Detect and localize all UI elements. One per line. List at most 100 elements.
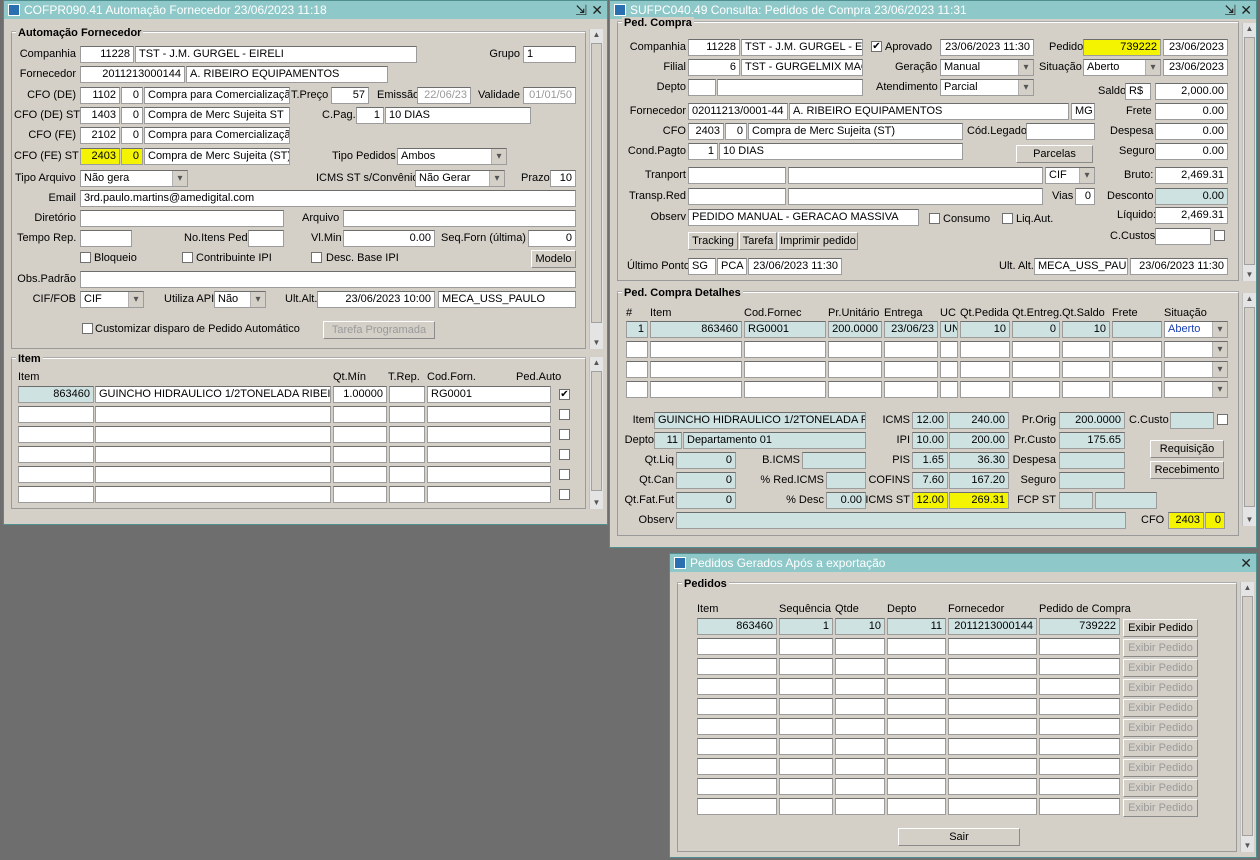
item-cell-item[interactable] <box>18 426 94 443</box>
bloqueio-checkbox[interactable] <box>80 252 91 263</box>
pedidos-cell-item[interactable] <box>697 778 777 795</box>
det-cell-codforn[interactable] <box>744 361 826 378</box>
parcelas-button[interactable]: Parcelas <box>1016 145 1093 163</box>
pedidos-cell-pedido[interactable] <box>1039 798 1120 815</box>
pedidos-cell-item[interactable] <box>697 678 777 695</box>
cod-legado-field[interactable] <box>1026 123 1095 140</box>
companhia-code-field[interactable]: 11228 <box>688 39 740 56</box>
desconto-field[interactable]: 0.00 <box>1155 188 1228 205</box>
item-cell-item[interactable] <box>18 406 94 423</box>
close-icon[interactable]: ✕ <box>1240 554 1252 572</box>
det-cell-preco[interactable] <box>828 361 882 378</box>
det-cell-frete[interactable] <box>1112 341 1162 358</box>
ped-auto-checkbox[interactable] <box>559 449 570 460</box>
pedidos-cell-seq[interactable]: 1 <box>779 618 833 635</box>
pedidos-cell-fornecedor[interactable] <box>948 638 1037 655</box>
scroll-up-icon[interactable]: ▲ <box>590 29 603 41</box>
saldo-field[interactable]: 2,000.00 <box>1155 83 1228 100</box>
arquivo-field[interactable] <box>343 210 576 227</box>
item-cell-item[interactable] <box>18 466 94 483</box>
ult-alt-date-field[interactable]: 23/06/2023 10:00 <box>317 291 435 308</box>
companhia-name-field[interactable]: TST - J.M. GURGEL - EIRELI <box>135 46 417 63</box>
det-fcp-st-val-field[interactable] <box>1095 492 1157 509</box>
pedidos-cell-seq[interactable] <box>779 718 833 735</box>
pedidos-cell-item[interactable] <box>697 798 777 815</box>
item-cell-item[interactable]: 863460 <box>18 386 94 403</box>
det-cell-item[interactable]: 863460 <box>650 321 742 338</box>
pedidos-cell-pedido[interactable] <box>1039 638 1120 655</box>
exibir-pedido-button[interactable]: Exibir Pedido <box>1123 619 1198 637</box>
cond-pagto-desc-field[interactable]: 10 DIAS <box>719 143 963 160</box>
imprimir-pedido-button[interactable]: Imprimir pedido <box>778 232 858 250</box>
det-cell-codforn[interactable]: RG0001 <box>744 321 826 338</box>
depto-code-field[interactable] <box>688 79 716 96</box>
requisicao-button[interactable]: Requisição <box>1150 440 1224 458</box>
det-cell-entrega[interactable] <box>884 381 938 398</box>
det-cell-qtped[interactable]: 10 <box>960 321 1010 338</box>
det-icms-val-field[interactable]: 240.00 <box>949 412 1009 429</box>
companhia-name-field[interactable]: TST - J.M. GURGEL - EIR <box>741 39 863 56</box>
det-cell-qtsaldo[interactable] <box>1062 381 1110 398</box>
exibir-pedido-button[interactable]: Exibir Pedido <box>1123 719 1198 737</box>
scroll-down-icon[interactable]: ▼ <box>1243 514 1256 526</box>
no-itens-field[interactable] <box>248 230 284 247</box>
det-ccusto-checkbox[interactable] <box>1217 414 1228 425</box>
ult-alt-user-field[interactable]: MECA_USS_PAUL <box>1034 258 1128 275</box>
scroll-up-icon[interactable]: ▲ <box>1243 23 1256 35</box>
item-cell-desc[interactable] <box>95 406 331 423</box>
pedidos-cell-qtde[interactable]: 10 <box>835 618 885 635</box>
det-icms-st-pct-field[interactable]: 12.00 <box>912 492 948 509</box>
item-cell-trep[interactable] <box>389 386 425 403</box>
item-cell-codforn[interactable] <box>427 426 551 443</box>
prazo-field[interactable]: 10 <box>550 170 576 187</box>
vertical-scrollbar[interactable]: ▲ ▼ <box>1242 23 1256 281</box>
vias-field[interactable]: 0 <box>1075 188 1095 205</box>
emissao-field[interactable]: 22/06/23 <box>417 87 471 104</box>
scroll-up-icon[interactable]: ▲ <box>1241 582 1254 594</box>
filial-name-field[interactable]: TST - GURGELMIX MAQU <box>741 59 863 76</box>
det-ipi-pct-field[interactable]: 10.00 <box>912 432 948 449</box>
frete-tipo-select[interactable]: CIF <box>1045 167 1095 184</box>
pedidos-cell-fornecedor[interactable] <box>948 718 1037 735</box>
cfo-de-st-field[interactable]: 1403 <box>80 107 120 124</box>
item-cell-codforn[interactable]: RG0001 <box>427 386 551 403</box>
item-cell-codforn[interactable] <box>427 486 551 503</box>
minimize-icon[interactable]: ⇲ <box>1224 1 1236 19</box>
item-cell-trep[interactable] <box>389 406 425 423</box>
pedidos-cell-pedido[interactable] <box>1039 678 1120 695</box>
contribuinte-ipi-checkbox[interactable] <box>182 252 193 263</box>
tracking-button[interactable]: Tracking <box>688 232 738 250</box>
det-cfo-field[interactable]: 2403 <box>1168 512 1204 529</box>
ped-auto-checkbox[interactable] <box>559 409 570 420</box>
det-fcp-st-pct-field[interactable] <box>1059 492 1093 509</box>
situacao-select[interactable]: Aberto <box>1083 59 1161 76</box>
pedidos-cell-depto[interactable] <box>887 738 946 755</box>
ccustos-checkbox[interactable] <box>1214 230 1225 241</box>
pedidos-cell-fornecedor[interactable] <box>948 658 1037 675</box>
tipo-arquivo-select[interactable]: Não gera <box>80 170 188 187</box>
det-cell-qtent[interactable] <box>1012 381 1060 398</box>
tempo-rep-field[interactable] <box>80 230 132 247</box>
item-scrollbar[interactable]: ▲ ▼ <box>589 357 603 509</box>
fornecedor-code-field[interactable]: 2011213000144 <box>80 66 185 83</box>
pedidos-cell-seq[interactable] <box>779 738 833 755</box>
atendimento-select[interactable]: Parcial <box>940 79 1034 96</box>
det-qt-fat-fut-field[interactable]: 0 <box>676 492 736 509</box>
scroll-down-icon[interactable]: ▼ <box>1241 840 1254 852</box>
item-cell-codforn[interactable] <box>427 466 551 483</box>
det-cell-entrega[interactable] <box>884 341 938 358</box>
close-icon[interactable]: ✕ <box>591 1 603 19</box>
pedidos-cell-fornecedor[interactable] <box>948 738 1037 755</box>
ultimo-ponto-1-field[interactable]: SG <box>688 258 716 275</box>
sair-button[interactable]: Sair <box>898 828 1020 846</box>
pedidos-cell-qtde[interactable] <box>835 758 885 775</box>
det-desc-field[interactable]: 0.00 <box>826 492 866 509</box>
det-qt-can-field[interactable]: 0 <box>676 472 736 489</box>
consumo-checkbox[interactable] <box>929 213 940 224</box>
cpag-field[interactable]: 1 <box>356 107 384 124</box>
pedidos-cell-pedido[interactable] <box>1039 738 1120 755</box>
item-cell-trep[interactable] <box>389 486 425 503</box>
item-cell-qtmin[interactable] <box>333 426 387 443</box>
scroll-down-icon[interactable]: ▼ <box>1243 269 1256 281</box>
det-ccusto-field[interactable] <box>1170 412 1214 429</box>
